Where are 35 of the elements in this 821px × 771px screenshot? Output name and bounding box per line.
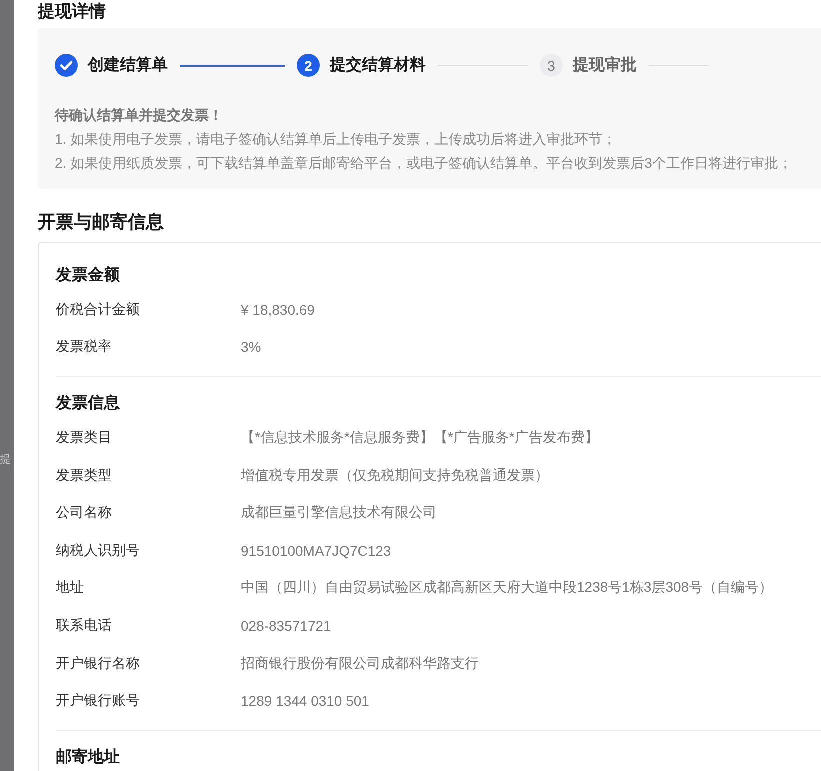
step-number: 2 xyxy=(297,54,320,77)
notice-text: 1. 如果使用电子发票，请电子签确认结算单后上传电子发票，上传成功后将进入审批环节； xyxy=(55,130,618,149)
field-value: 028-83571721 xyxy=(241,618,332,634)
field-label: 发票税率 xyxy=(56,338,113,356)
field-value: 增值税专用发票（仅免税期间支持免税普通发票） xyxy=(241,466,549,485)
field-label: 地址 xyxy=(56,579,85,598)
field-value: 91510100MA7JQ7C123 xyxy=(241,542,392,559)
step-label: 提现审批 xyxy=(573,55,637,76)
field-label: 开户银行账号 xyxy=(56,692,141,710)
field-label: 开户银行名称 xyxy=(56,654,141,673)
field-value: ¥ 18,830.69 xyxy=(241,302,315,318)
notice-title: 待确认结算单并提交发票！ xyxy=(55,106,224,125)
group-title: 发票金额 xyxy=(56,265,121,286)
field-value: 成都巨量引擎信息技术有限公司 xyxy=(241,504,437,522)
page-text-fragment: 提 xyxy=(0,453,12,466)
field-label: 发票类目 xyxy=(56,428,113,447)
page-title: 提现详情 xyxy=(38,1,106,22)
field-label: 公司名称 xyxy=(56,504,113,522)
field-value: 3% xyxy=(241,339,262,356)
group-title: 发票信息 xyxy=(56,394,121,414)
field-label: 发票类型 xyxy=(56,466,113,485)
notice-text: 2. 如果使用纸质发票，可下载结算单盖章后邮寄给平台，或电子签确认结算单。平台收到发票后3个工作日将进行审批； xyxy=(55,154,794,173)
check-icon xyxy=(55,54,78,77)
group-title: 邮寄地址 xyxy=(56,747,121,768)
section-title: 开票与邮寄信息 xyxy=(38,211,165,234)
step-number: 3 xyxy=(540,54,563,77)
field-label: 价税合计金额 xyxy=(56,300,141,319)
field-value: 【*信息技术服务*信息服务费】【*广告服务*广告发布费】 xyxy=(241,428,599,447)
field-value: 1289 1344 0310 501 xyxy=(241,693,370,710)
field-label: 纳税人识别号 xyxy=(56,542,141,560)
field-label: 联系电话 xyxy=(56,616,113,635)
step-label: 提交结算材料 xyxy=(330,55,426,76)
field-value: 招商银行股份有限公司成都科华路支行 xyxy=(241,654,479,673)
field-value: 中国（四川）自由贸易试验区成都高新区天府大道中段1238号1栋3层308号（自编号） xyxy=(241,579,774,598)
step-label: 创建结算单 xyxy=(88,56,168,76)
